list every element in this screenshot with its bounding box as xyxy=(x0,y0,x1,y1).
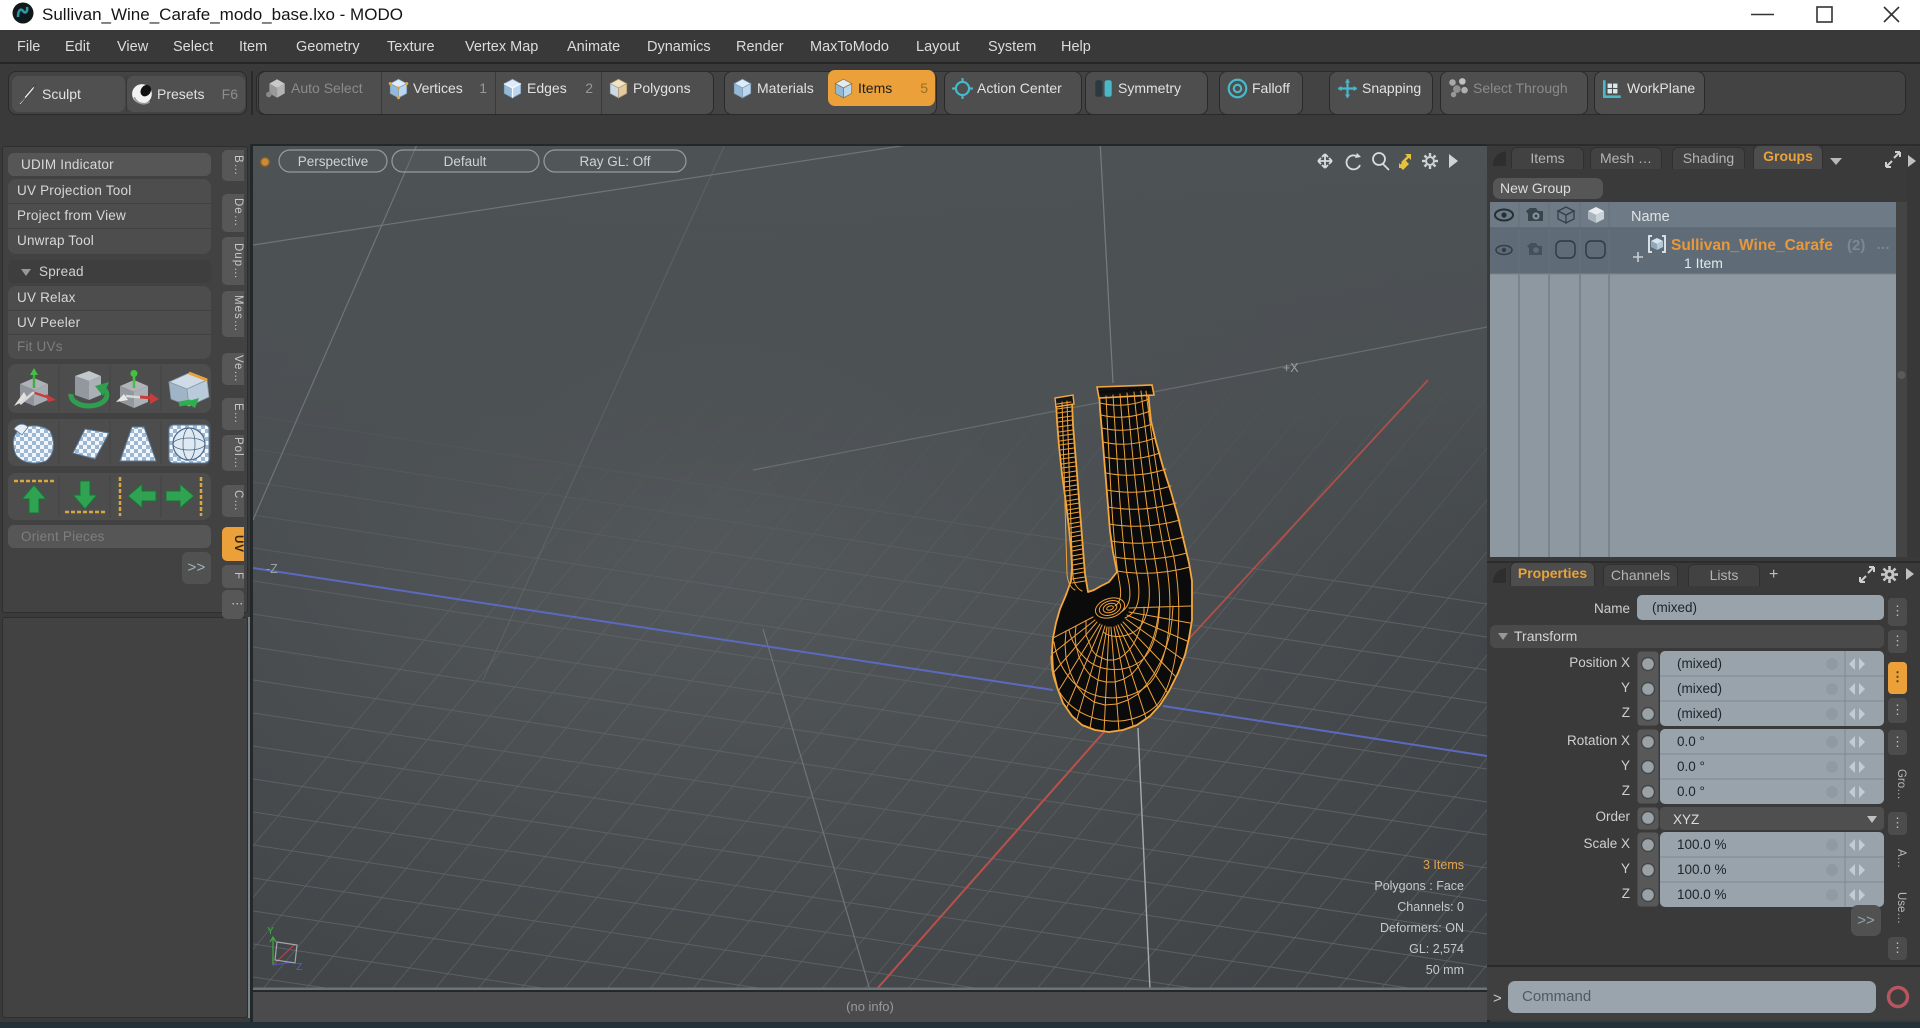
svg-text:GL: 2,574: GL: 2,574 xyxy=(1409,942,1464,956)
svg-text:3 Items: 3 Items xyxy=(1423,858,1464,872)
svg-text:(mixed): (mixed) xyxy=(1677,681,1722,696)
svg-text:1 Item: 1 Item xyxy=(1684,255,1723,271)
svg-text:Sullivan_Wine_Carafe: Sullivan_Wine_Carafe xyxy=(1671,237,1833,254)
svg-text:Polygons : Face: Polygons : Face xyxy=(1374,879,1464,893)
svg-text:Name: Name xyxy=(1631,209,1670,225)
svg-text:Z: Z xyxy=(1622,705,1630,720)
svg-text:(mixed): (mixed) xyxy=(1677,656,1722,671)
svg-text:(2): (2) xyxy=(1847,237,1865,254)
svg-text:Z: Z xyxy=(1622,886,1630,901)
svg-text:Order: Order xyxy=(1595,809,1630,824)
svg-text:XYZ: XYZ xyxy=(1673,812,1699,827)
svg-text:0.0 °: 0.0 ° xyxy=(1677,759,1705,774)
svg-text:Y: Y xyxy=(1621,680,1630,695)
svg-text:50 mm: 50 mm xyxy=(1426,963,1464,977)
svg-text:+X: +X xyxy=(1283,361,1299,375)
svg-text:Rotation X: Rotation X xyxy=(1567,733,1630,748)
svg-text:Scale X: Scale X xyxy=(1583,836,1630,851)
svg-text:Y: Y xyxy=(1621,861,1630,876)
svg-text:Y: Y xyxy=(267,925,274,937)
svg-text:…: … xyxy=(1876,236,1890,252)
svg-text:Y: Y xyxy=(1621,758,1630,773)
svg-text:Channels: 0: Channels: 0 xyxy=(1397,900,1464,914)
svg-text:(mixed): (mixed) xyxy=(1677,706,1722,721)
svg-text:0.0 °: 0.0 ° xyxy=(1677,734,1705,749)
svg-text:-Z: -Z xyxy=(266,562,278,576)
svg-text:0.0 °: 0.0 ° xyxy=(1677,784,1705,799)
svg-text:100.0 %: 100.0 % xyxy=(1677,862,1727,877)
svg-text:Perspective: Perspective xyxy=(298,154,369,169)
svg-text:Ray GL: Off: Ray GL: Off xyxy=(579,154,650,169)
svg-text:Z: Z xyxy=(1622,783,1630,798)
svg-text:Z: Z xyxy=(296,961,303,973)
svg-text:Deformers: ON: Deformers: ON xyxy=(1380,921,1464,935)
svg-text:100.0 %: 100.0 % xyxy=(1677,837,1727,852)
svg-text:Default: Default xyxy=(444,154,487,169)
svg-text:Position X: Position X xyxy=(1569,655,1630,670)
svg-text:100.0 %: 100.0 % xyxy=(1677,887,1727,902)
